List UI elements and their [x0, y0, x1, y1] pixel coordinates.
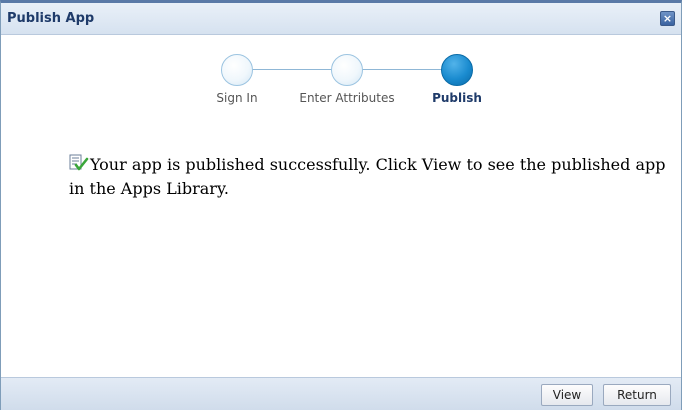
step-indicator-sign-in: [221, 54, 253, 86]
train-step-enter-attributes[interactable]: Enter Attributes: [287, 51, 407, 111]
step-indicator-enter-attributes: [331, 54, 363, 86]
close-icon: ×: [662, 12, 673, 25]
success-message: Your app is published successfully. Clic…: [69, 153, 669, 201]
view-button[interactable]: View: [541, 384, 593, 406]
publish-app-dialog: Publish App × Sign In Enter Attributes P…: [0, 0, 682, 410]
train-step-sign-in[interactable]: Sign In: [177, 51, 297, 111]
close-button[interactable]: ×: [660, 11, 675, 26]
dialog-footer: View Return: [1, 377, 681, 410]
step-indicator-publish: [441, 54, 473, 86]
progress-train: Sign In Enter Attributes Publish: [1, 51, 681, 111]
success-message-text: Your app is published successfully. Clic…: [69, 155, 666, 198]
step-label-publish: Publish: [432, 91, 482, 105]
step-label-sign-in: Sign In: [216, 91, 258, 105]
dialog-title: Publish App: [7, 11, 95, 26]
step-label-enter-attributes: Enter Attributes: [299, 91, 395, 105]
document-check-icon: [69, 154, 89, 172]
return-button[interactable]: Return: [603, 384, 671, 406]
dialog-titlebar: Publish App ×: [1, 3, 681, 35]
train-step-publish: Publish: [397, 51, 517, 111]
